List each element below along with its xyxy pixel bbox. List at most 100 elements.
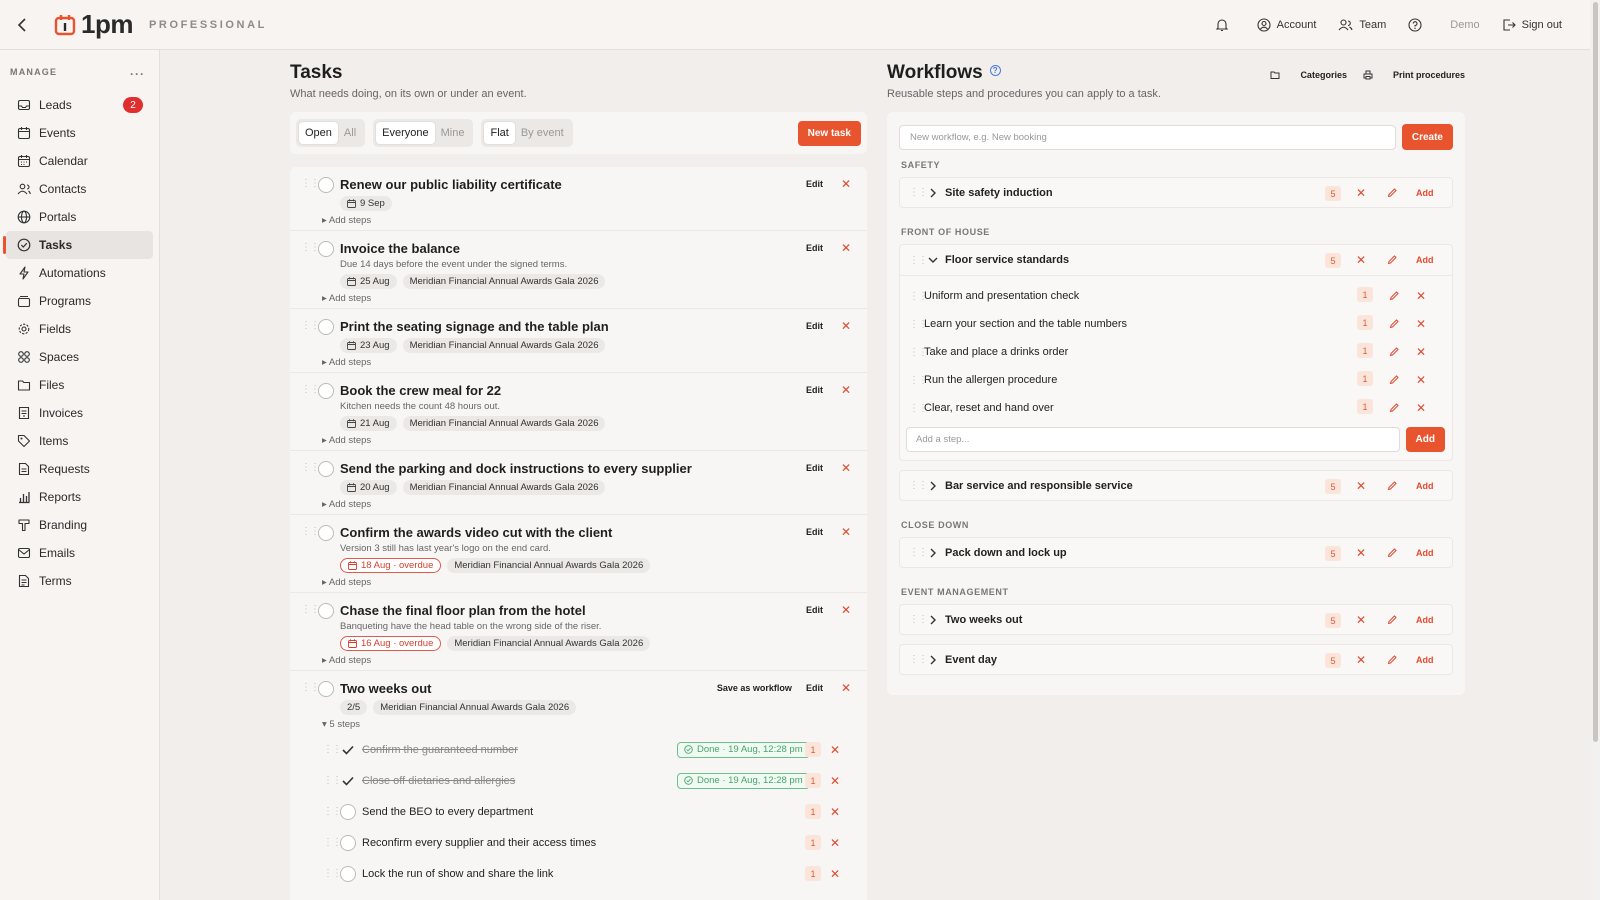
step-label[interactable]: Reconfirm every supplier and their acces… <box>362 837 596 849</box>
sidebar-item-emails[interactable]: Emails <box>6 539 153 567</box>
drag-handle-icon[interactable]: ⋮⋮ <box>323 744 342 755</box>
workflow-row[interactable]: ⋮⋮ Bar service and responsible service 5… <box>899 470 1453 501</box>
add-steps-toggle[interactable]: ▸ Add steps <box>322 293 867 308</box>
step-label[interactable]: Confirm the guaranteed number <box>362 744 518 756</box>
delete-workflow-icon[interactable]: ✕ <box>1356 253 1366 267</box>
drag-handle-icon[interactable]: ⋮⋮ <box>909 614 928 625</box>
add-workflow-to-task-button[interactable]: Add <box>1416 655 1434 665</box>
team-button[interactable]: Team <box>1338 18 1386 32</box>
drag-handle-icon[interactable]: ⋮⋮ <box>301 384 320 395</box>
drag-handle-icon[interactable]: ⋮⋮ <box>301 178 320 189</box>
event-chip[interactable]: Meridian Financial Annual Awards Gala 20… <box>447 636 651 651</box>
steps-toggle[interactable]: ▾ 5 steps <box>322 719 867 734</box>
edit-task-button[interactable]: Edit <box>806 321 823 331</box>
add-steps-toggle[interactable]: ▸ Add steps <box>322 499 867 514</box>
workflow-row[interactable]: ⋮⋮ Floor service standards 5 ✕ Add <box>900 245 1452 276</box>
pencil-icon[interactable] <box>1389 374 1400 385</box>
task-checkbox[interactable] <box>318 525 334 541</box>
drag-handle-icon[interactable]: ⋮⋮ <box>301 462 320 473</box>
step-checkbox[interactable] <box>340 742 356 758</box>
add-steps-toggle[interactable]: ▸ Add steps <box>322 577 867 592</box>
sidebar-item-files[interactable]: Files <box>6 371 153 399</box>
delete-workflow-step-icon[interactable]: ✕ <box>1416 317 1426 331</box>
new-task-button[interactable]: New task <box>797 120 861 146</box>
help-icon[interactable]: ? <box>989 65 1001 77</box>
drag-handle-icon[interactable]: ⋮⋮ <box>909 480 928 491</box>
delete-task-icon[interactable]: ✕ <box>841 681 851 695</box>
edit-task-button[interactable]: Edit <box>806 243 823 253</box>
sidebar-item-portals[interactable]: Portals <box>6 203 153 231</box>
sidebar-item-tasks[interactable]: Tasks <box>3 231 153 259</box>
add-workflow-to-task-button[interactable]: Add <box>1416 188 1434 198</box>
workflow-name[interactable]: Event day <box>945 654 997 666</box>
drag-handle-icon[interactable]: ⋮⋮ <box>909 375 928 386</box>
pencil-icon[interactable] <box>1389 402 1400 413</box>
drag-handle-icon[interactable]: ⋮⋮ <box>301 526 320 537</box>
drag-handle-icon[interactable]: ⋮⋮ <box>323 837 342 848</box>
drag-handle-icon[interactable]: ⋮⋮ <box>301 242 320 253</box>
chevron-right-icon[interactable] <box>927 614 939 626</box>
step-checkbox[interactable] <box>340 865 356 882</box>
delete-task-icon[interactable]: ✕ <box>841 177 851 191</box>
sidebar-item-programs[interactable]: Programs <box>6 287 153 315</box>
pencil-icon[interactable] <box>1387 187 1398 198</box>
filter-everyone[interactable]: Everyone <box>376 122 435 144</box>
delete-workflow-icon[interactable]: ✕ <box>1356 186 1366 200</box>
view-flat[interactable]: Flat <box>484 122 515 144</box>
delete-step-icon[interactable]: ✕ <box>830 836 840 850</box>
delete-workflow-step-icon[interactable]: ✕ <box>1416 345 1426 359</box>
new-workflow-input[interactable] <box>899 124 1396 150</box>
drag-handle-icon[interactable]: ⋮⋮ <box>909 654 928 665</box>
categories-button[interactable]: Categories <box>1270 70 1347 80</box>
drag-handle-icon[interactable]: ⋮⋮ <box>301 604 320 615</box>
sign-out-button[interactable]: Sign out <box>1502 18 1562 32</box>
event-chip[interactable]: Meridian Financial Annual Awards Gala 20… <box>373 700 577 715</box>
sidebar-item-requests[interactable]: Requests <box>6 455 153 483</box>
event-chip[interactable]: Meridian Financial Annual Awards Gala 20… <box>402 274 606 289</box>
delete-task-icon[interactable]: ✕ <box>841 525 851 539</box>
delete-task-icon[interactable]: ✕ <box>841 241 851 255</box>
pencil-icon[interactable] <box>1387 254 1398 265</box>
drag-handle-icon[interactable]: ⋮⋮ <box>301 320 320 331</box>
save-as-workflow-button[interactable]: Save as workflow <box>717 683 792 693</box>
filter-all[interactable]: All <box>338 122 362 144</box>
back-arrow-icon[interactable] <box>14 17 30 33</box>
pencil-icon[interactable] <box>1389 346 1400 357</box>
workflow-step-name[interactable]: Clear, reset and hand over <box>924 402 1054 414</box>
workflow-step-name[interactable]: Take and place a drinks order <box>924 346 1068 358</box>
delete-step-icon[interactable]: ✕ <box>830 805 840 819</box>
pencil-icon[interactable] <box>1389 318 1400 329</box>
brand-logo[interactable]: 1pm PROFESSIONAL <box>54 9 267 40</box>
filter-open[interactable]: Open <box>299 122 338 144</box>
workflow-row[interactable]: ⋮⋮ Pack down and lock up 5 ✕ Add <box>899 537 1453 568</box>
drag-handle-icon[interactable]: ⋮⋮ <box>323 775 342 786</box>
pencil-icon[interactable] <box>1387 614 1398 625</box>
task-title[interactable]: Chase the final floor plan from the hote… <box>340 601 867 618</box>
sidebar-item-calendar[interactable]: Calendar <box>6 147 153 175</box>
add-step-button[interactable]: Add <box>1405 427 1445 452</box>
workflow-step-name[interactable]: Learn your section and the table numbers <box>924 318 1127 330</box>
chevron-right-icon[interactable] <box>927 187 939 199</box>
event-chip[interactable]: Meridian Financial Annual Awards Gala 20… <box>402 416 606 431</box>
workflow-row[interactable]: ⋮⋮ Two weeks out 5 ✕ Add <box>899 604 1453 635</box>
workflow-name[interactable]: Site safety induction <box>945 187 1053 199</box>
workflow-row[interactable]: ⋮⋮ Event day 5 ✕ Add <box>899 644 1453 675</box>
sidebar-item-leads[interactable]: Leads 2 <box>6 91 153 119</box>
delete-workflow-step-icon[interactable]: ✕ <box>1416 401 1426 415</box>
print-procedures-button[interactable]: Print procedures <box>1363 70 1465 80</box>
chevron-right-icon[interactable] <box>927 480 939 492</box>
step-checkbox[interactable] <box>340 803 356 820</box>
workflow-name[interactable]: Pack down and lock up <box>945 547 1067 559</box>
page-scrollbar[interactable] <box>1590 0 1600 900</box>
more-icon[interactable]: ··· <box>130 67 145 91</box>
workflow-name[interactable]: Floor service standards <box>945 254 1069 266</box>
sidebar-item-reports[interactable]: Reports <box>6 483 153 511</box>
pencil-icon[interactable] <box>1387 480 1398 491</box>
task-title[interactable]: Renew our public liability certificate <box>340 175 867 192</box>
scrollbar-thumb[interactable] <box>1593 2 1598 742</box>
step-label[interactable]: Close off dietaries and allergies <box>362 775 515 787</box>
edit-task-button[interactable]: Edit <box>806 527 823 537</box>
event-chip[interactable]: Meridian Financial Annual Awards Gala 20… <box>447 558 651 573</box>
sidebar-item-automations[interactable]: Automations <box>6 259 153 287</box>
task-checkbox[interactable] <box>318 177 334 193</box>
